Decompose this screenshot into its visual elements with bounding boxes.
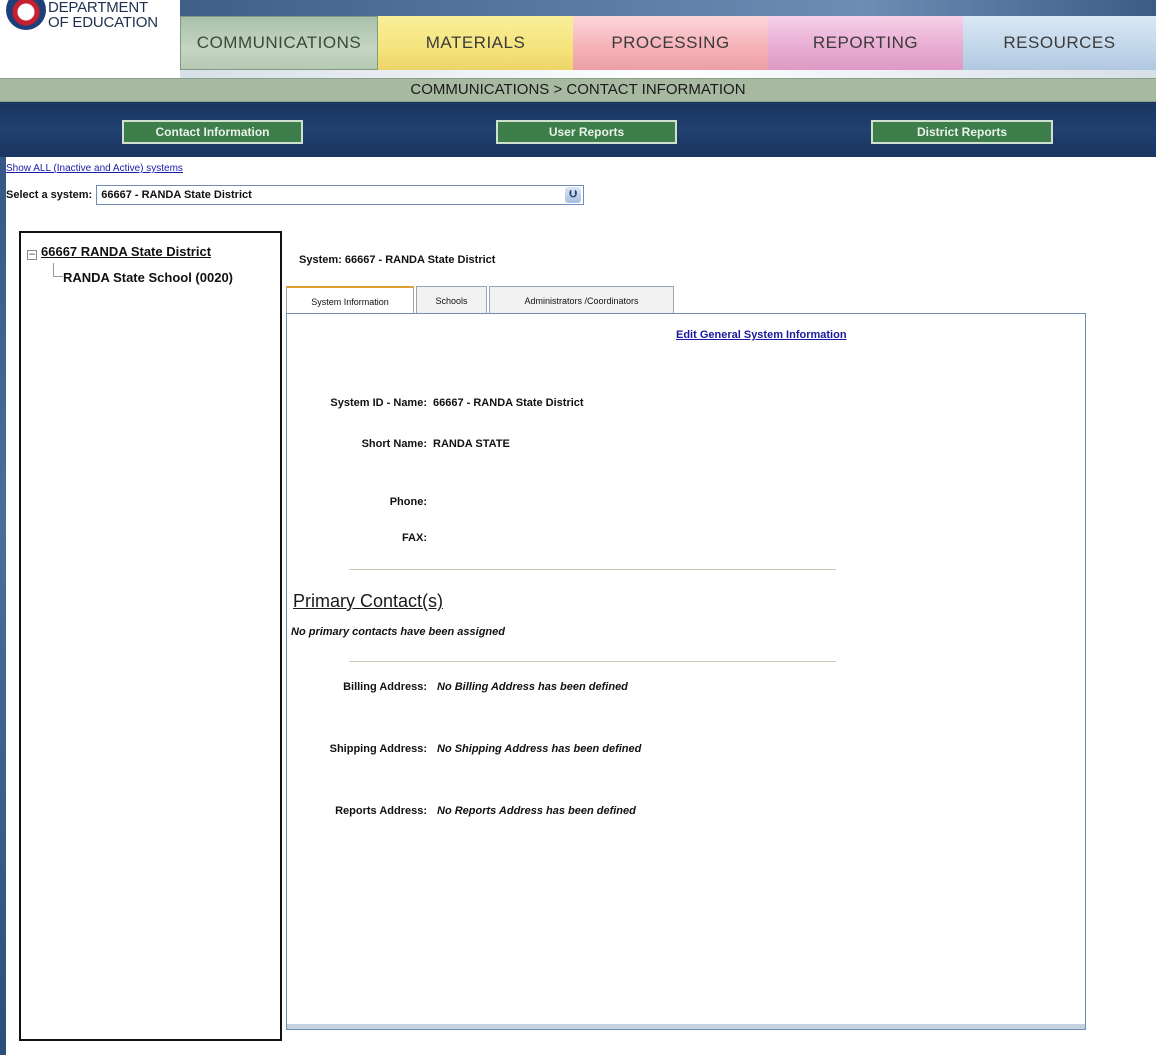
shipping-address-value: No Shipping Address has been defined [437,743,642,755]
nav-tab-resources[interactable]: RESOURCES [963,16,1156,70]
system-select-row: Select a system: 66667 - RANDA State Dis… [6,184,585,206]
department-logo[interactable]: DEPARTMENT OF EDUCATION [6,0,176,50]
contact-information-button[interactable]: Contact Information [122,120,303,144]
collapse-icon[interactable]: − [27,250,37,260]
reports-address-value: No Reports Address has been defined [437,805,636,817]
system-id-label: System ID - Name: [330,397,427,409]
system-select[interactable]: 66667 - RANDA State District ⮋ [96,185,585,205]
reports-address-label: Reports Address: [335,805,427,817]
tree-root-district[interactable]: 66667 RANDA State District [41,244,211,259]
system-title: System: 66667 - RANDA State District [299,254,496,266]
shipping-address-label: Shipping Address: [329,743,427,755]
tab-schools[interactable]: Schools [416,286,487,315]
panel-bottom-edge [287,1024,1085,1029]
main-nav: COMMUNICATIONS MATERIALS PROCESSING REPO… [180,16,1156,70]
district-reports-button[interactable]: District Reports [871,120,1053,144]
breadcrumb: COMMUNICATIONS > CONTACT INFORMATION [0,78,1156,102]
system-information-panel: Edit General System Information System I… [286,313,1086,1030]
nav-underline [180,70,1156,78]
detail-tabs: System Information Schools Administrator… [286,286,674,315]
system-id-value: 66667 - RANDA State District [433,397,584,409]
nav-tab-reporting[interactable]: REPORTING [768,16,963,70]
system-tree: − 66667 RANDA State District RANDA State… [19,231,282,1041]
fax-label: FAX: [401,532,427,544]
logo-line-1: DEPARTMENT [48,0,148,16]
system-select-label: Select a system: [6,189,93,201]
nav-tab-materials[interactable]: MATERIALS [378,16,573,70]
logo-line-2: OF EDUCATION [48,14,158,31]
tree-child-school[interactable]: RANDA State School (0020) [63,270,233,285]
sub-navigation: Contact Information User Reports Distric… [0,102,1156,157]
divider [349,569,836,570]
chevron-down-icon[interactable]: ⮋ [565,187,582,203]
divider [349,661,836,662]
billing-address-value: No Billing Address has been defined [437,681,628,693]
nav-tab-communications[interactable]: COMMUNICATIONS [180,16,378,70]
short-name-label: Short Name: [361,438,427,450]
window-left-edge [0,0,6,1055]
primary-contacts-note: No primary contacts have been assigned [291,626,505,638]
billing-address-label: Billing Address: [343,681,427,693]
tab-administrators-coordinators[interactable]: Administrators /Coordinators [489,286,674,315]
phone-label: Phone: [389,496,427,508]
short-name-value: RANDA STATE [433,438,510,450]
primary-contacts-heading: Primary Contact(s) [293,591,444,611]
show-all-systems-link[interactable]: Show ALL (Inactive and Active) systems [6,163,183,174]
logo-text: DEPARTMENT OF EDUCATION [48,0,158,30]
header-top-strip [180,0,1156,16]
tab-system-information[interactable]: System Information [286,286,414,315]
edit-system-information-link[interactable]: Edit General System Information [676,329,847,341]
seal-icon [6,0,46,30]
nav-tab-processing[interactable]: PROCESSING [573,16,768,70]
user-reports-button[interactable]: User Reports [496,120,677,144]
tree-connector [53,263,63,277]
system-select-value: 66667 - RANDA State District [101,189,252,201]
